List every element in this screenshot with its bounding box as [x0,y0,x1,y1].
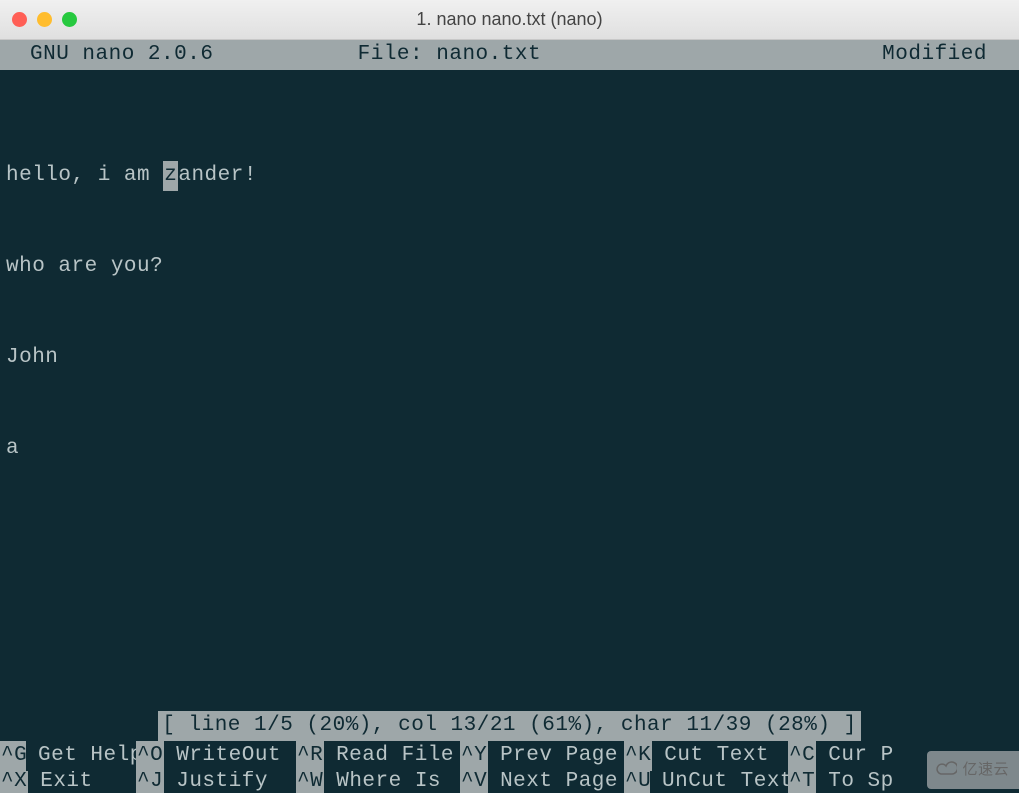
app-version: GNU nano 2.0.6 [4,40,338,70]
shortcut-label: Exit [28,771,98,793]
shortcut-item[interactable]: ^KCut Text [624,741,788,771]
text-line[interactable]: a [6,434,1013,464]
editor-content[interactable]: hello, i am zander! who are you? John a [0,70,1019,711]
shortcut-row: ^GGet Help^OWriteOut^RRead File^YPrev Pa… [0,741,1019,771]
cloud-icon [935,757,957,783]
shortcut-label: Justify [164,771,274,793]
minimize-icon[interactable] [37,12,52,27]
shortcut-item[interactable]: ^CCur P [788,741,948,771]
shortcut-key: ^C [788,741,816,771]
shortcut-item[interactable]: ^YPrev Page [460,741,624,771]
line-text: hello, i am [6,164,163,187]
window: 1. nano nano.txt (nano) GNU nano 2.0.6 F… [0,0,1019,793]
shortcut-key: ^T [788,771,816,793]
shortcut-item[interactable]: ^UUnCut Text [624,771,788,793]
shortcut-label: UnCut Text [650,771,799,793]
shortcut-label: Cut Text [652,741,775,771]
shortcut-item[interactable]: ^GGet Help [0,741,136,771]
shortcut-item[interactable]: ^OWriteOut [136,741,296,771]
status-line: [ line 1/5 (20%), col 13/21 (61%), char … [0,711,1019,741]
close-icon[interactable] [12,12,27,27]
maximize-icon[interactable] [62,12,77,27]
shortcut-label: Get Help [26,741,149,771]
shortcut-key: ^K [624,741,652,771]
line-text: ander! [178,164,257,187]
text-line[interactable]: who are you? [6,252,1013,282]
window-title: 1. nano nano.txt (nano) [416,9,602,30]
shortcut-bar: ^GGet Help^OWriteOut^RRead File^YPrev Pa… [0,741,1019,793]
shortcut-label: To Sp [816,771,900,793]
shortcut-key: ^R [296,741,324,771]
terminal[interactable]: GNU nano 2.0.6 File: nano.txt Modified h… [0,40,1019,793]
shortcut-key: ^V [460,771,488,793]
watermark: 亿速云 [927,751,1019,789]
shortcut-item[interactable]: ^TTo Sp [788,771,948,793]
text-line[interactable]: John [6,343,1013,373]
status-text: [ line 1/5 (20%), col 13/21 (61%), char … [158,711,860,741]
cursor: z [163,161,178,191]
titlebar: 1. nano nano.txt (nano) [0,0,1019,40]
traffic-lights [0,12,77,27]
shortcut-key: ^O [136,741,164,771]
file-name: File: nano.txt [338,40,682,70]
shortcut-key: ^U [624,771,650,793]
shortcut-item[interactable]: ^RRead File [296,741,460,771]
shortcut-row: ^XExit^JJustify^WWhere Is^VNext Page^UUn… [0,771,1019,793]
shortcut-key: ^Y [460,741,488,771]
shortcut-key: ^G [0,741,26,771]
shortcut-label: Cur P [816,741,900,771]
editor-header: GNU nano 2.0.6 File: nano.txt Modified [0,40,1019,70]
shortcut-item[interactable]: ^XExit [0,771,136,793]
shortcut-label: Prev Page [488,741,624,771]
shortcut-key: ^W [296,771,324,793]
shortcut-label: Where Is [324,771,447,793]
watermark-text: 亿速云 [962,759,1009,781]
shortcut-item[interactable]: ^WWhere Is [296,771,460,793]
text-line[interactable]: hello, i am zander! [6,161,1013,191]
shortcut-item[interactable]: ^JJustify [136,771,296,793]
modified-status: Modified [681,40,1015,70]
shortcut-label: Read File [324,741,460,771]
shortcut-label: WriteOut [164,741,287,771]
shortcut-item[interactable]: ^VNext Page [460,771,624,793]
shortcut-label: Next Page [488,771,624,793]
shortcut-key: ^X [0,771,28,793]
shortcut-key: ^J [136,771,164,793]
